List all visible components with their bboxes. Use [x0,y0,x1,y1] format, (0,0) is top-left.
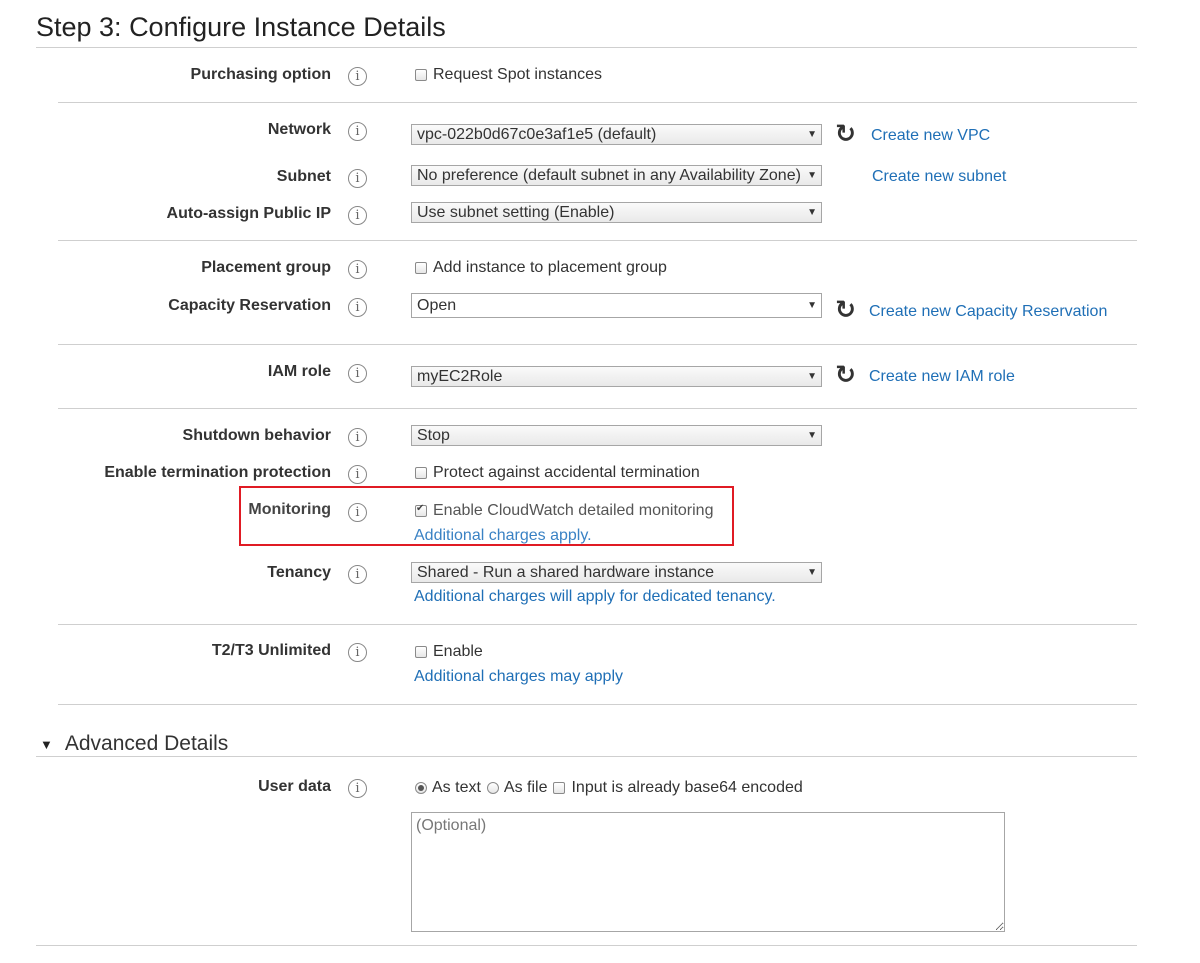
page-title: Step 3: Configure Instance Details [36,12,446,42]
chevron-down-icon: ▼ [807,129,817,140]
base64-label: Input is already base64 encoded [571,779,803,796]
placement-group-option[interactable]: Add instance to placement group [415,259,667,277]
section-divider [58,704,1137,705]
section-divider [58,624,1137,625]
network-select[interactable]: vpc-022b0d67c0e3af1e5 (default) ▼ [411,124,822,145]
info-icon[interactable]: i [348,643,367,662]
shutdown-behavior-select[interactable]: Stop ▼ [411,425,822,446]
shutdown-behavior-label: Shutdown behavior [182,427,331,444]
network-select-value: vpc-022b0d67c0e3af1e5 (default) [417,126,657,143]
chevron-down-icon: ▼ [807,567,817,578]
info-icon[interactable]: i [348,428,367,447]
info-icon[interactable]: i [348,67,367,86]
termination-protection-label: Enable termination protection [104,464,331,481]
info-icon[interactable]: i [348,465,367,484]
title-divider [36,47,1137,48]
advanced-details-toggle[interactable]: ▼ Advanced Details [40,732,228,756]
base64-checkbox[interactable] [553,782,566,794]
placement-group-checkbox-label: Add instance to placement group [433,259,667,276]
auto-assign-public-ip-value: Use subnet setting (Enable) [417,204,615,221]
create-new-capacity-reservation-link[interactable]: Create new Capacity Reservation [869,303,1107,321]
section-divider [58,408,1137,409]
tenancy-value: Shared - Run a shared hardware instance [417,564,715,581]
unlimited-checkbox-label: Enable [433,643,483,660]
info-icon[interactable]: i [348,169,367,188]
iam-role-select[interactable]: myEC2Role ▼ [411,366,822,387]
unlimited-checkbox[interactable] [415,646,427,658]
iam-role-value: myEC2Role [417,368,503,385]
tenancy-select[interactable]: Shared - Run a shared hardware instance … [411,562,822,583]
auto-assign-public-ip-select[interactable]: Use subnet setting (Enable) ▼ [411,202,822,223]
create-new-vpc-link[interactable]: Create new VPC [871,127,990,145]
as-file-label: As file [503,779,548,796]
section-divider [58,102,1137,103]
purchasing-option-label: Purchasing option [190,66,331,83]
as-text-radio[interactable] [415,782,427,794]
refresh-icon[interactable]: ↻ [835,122,856,147]
request-spot-option[interactable]: Request Spot instances [415,66,602,84]
t2-t3-unlimited-label: T2/T3 Unlimited [211,642,331,659]
capacity-reservation-value: Open [417,297,457,314]
monitoring-charges-link[interactable]: Additional charges apply. [414,527,592,545]
placement-group-label: Placement group [201,259,331,276]
capacity-reservation-select[interactable]: Open ▼ [411,293,822,318]
request-spot-label: Request Spot instances [433,66,602,83]
advanced-divider [36,756,1137,757]
placement-group-checkbox[interactable] [415,262,427,274]
advanced-details-title: Advanced Details [64,732,229,755]
subnet-select[interactable]: No preference (default subnet in any Ava… [411,165,822,186]
refresh-icon[interactable]: ↻ [835,363,856,388]
dedicated-tenancy-charges-link[interactable]: Additional charges will apply for dedica… [414,588,776,606]
user-data-label: User data [258,778,331,795]
request-spot-checkbox[interactable] [415,69,427,81]
unlimited-charges-link[interactable]: Additional charges may apply [414,668,623,686]
info-icon[interactable]: i [348,122,367,141]
chevron-down-icon: ▼ [807,371,817,382]
chevron-down-icon: ▼ [807,300,817,311]
tenancy-label: Tenancy [267,564,331,581]
info-icon[interactable]: i [348,364,367,383]
monitoring-checkbox[interactable] [415,503,427,517]
base64-option[interactable]: Input is already base64 encoded [553,779,803,797]
info-icon[interactable]: i [348,260,367,279]
info-icon[interactable]: i [348,565,367,584]
chevron-down-icon: ▼ [807,207,817,218]
subnet-label: Subnet [276,168,331,185]
chevron-down-icon: ▼ [807,170,817,181]
user-data-textarea[interactable] [411,812,1005,932]
as-text-label: As text [432,779,481,796]
monitoring-label: Monitoring [248,501,331,518]
info-icon[interactable]: i [348,206,367,225]
section-divider [58,240,1137,241]
shutdown-behavior-value: Stop [417,427,450,444]
monitoring-option[interactable]: Enable CloudWatch detailed monitoring [415,502,713,520]
info-icon[interactable]: i [348,298,367,317]
capacity-reservation-label: Capacity Reservation [168,297,331,314]
as-file-radio[interactable] [486,782,499,794]
termination-protection-checkbox-label: Protect against accidental termination [433,464,700,481]
as-text-option[interactable]: As text [415,779,481,797]
as-file-option[interactable]: As file [486,779,548,797]
create-new-subnet-link[interactable]: Create new subnet [872,168,1006,186]
section-divider [58,344,1137,345]
triangle-down-icon: ▼ [40,736,53,752]
create-new-iam-role-link[interactable]: Create new IAM role [869,368,1015,386]
user-data-options: As text As file Input is already base64 … [415,779,803,797]
bottom-divider [36,945,1137,946]
network-label: Network [267,121,331,138]
termination-protection-checkbox[interactable] [415,467,427,479]
termination-protection-option[interactable]: Protect against accidental termination [415,464,700,482]
chevron-down-icon: ▼ [807,430,817,441]
refresh-icon[interactable]: ↻ [835,298,856,323]
info-icon[interactable]: i [348,503,367,522]
unlimited-option[interactable]: Enable [415,643,483,661]
info-icon[interactable]: i [348,779,367,798]
iam-role-label: IAM role [267,363,331,380]
auto-assign-public-ip-label: Auto-assign Public IP [166,205,331,222]
monitoring-checkbox-label: Enable CloudWatch detailed monitoring [433,502,714,519]
subnet-select-value: No preference (default subnet in any Ava… [417,167,801,184]
